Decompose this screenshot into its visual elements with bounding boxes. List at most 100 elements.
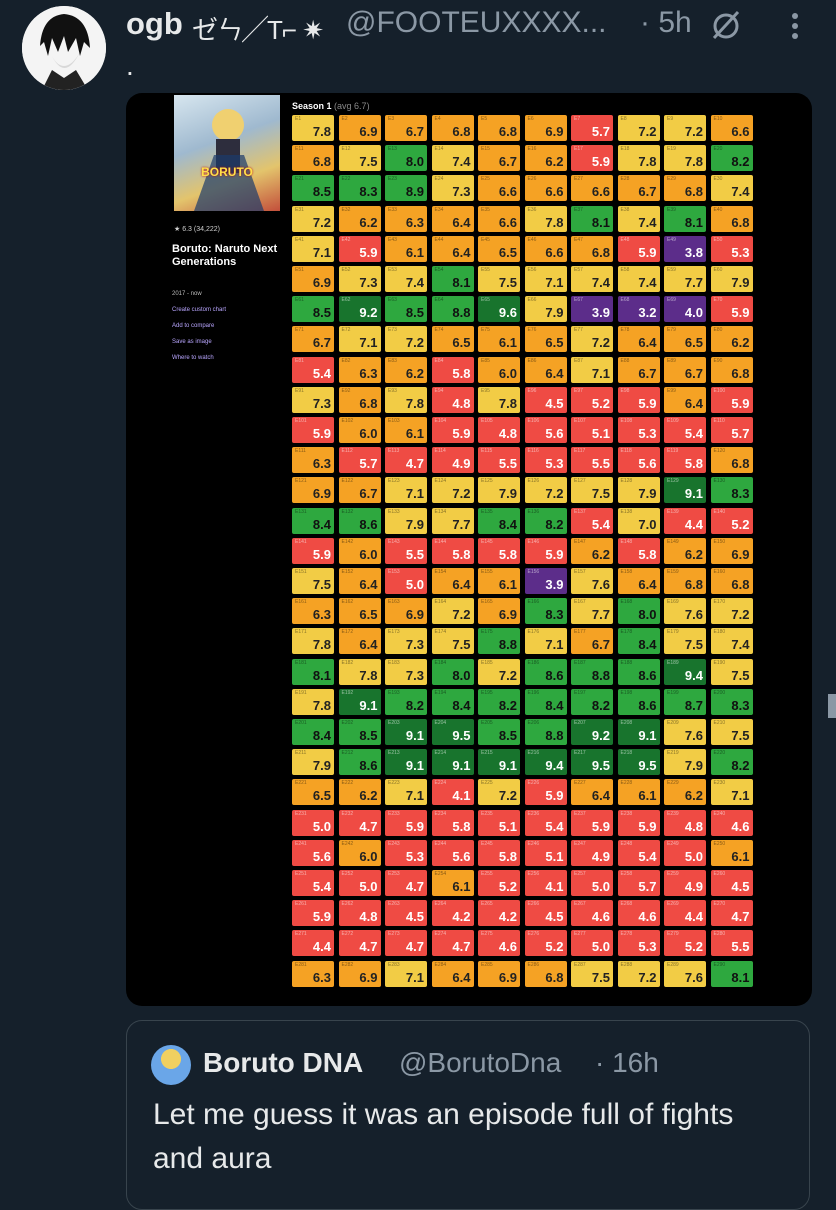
episode-rating-cell: E36 7.8 — [524, 205, 567, 232]
episode-number: E223 — [388, 780, 400, 787]
episode-rating-value: 5.9 — [545, 546, 564, 562]
episode-number: E65 — [481, 297, 490, 304]
episode-number: E197 — [574, 689, 586, 696]
episode-rating-value: 7.8 — [684, 154, 703, 170]
episode-rating-value: 4.5 — [545, 395, 564, 411]
episode-number: E265 — [481, 901, 493, 908]
episode-rating-value: 3.2 — [638, 305, 657, 321]
episode-number: E75 — [481, 327, 490, 334]
episode-rating-value: 6.1 — [405, 244, 424, 260]
episode-rating-value: 4.5 — [545, 909, 564, 925]
episode-rating-value: 7.2 — [498, 667, 517, 683]
save-image-link: Save as image — [172, 339, 212, 345]
episode-rating-value: 4.6 — [498, 939, 517, 955]
episode-number: E257 — [574, 871, 586, 877]
episode-rating-value: 4.8 — [359, 909, 378, 925]
episode-rating-value: 7.4 — [452, 154, 471, 170]
quoted-handle[interactable]: @BorutoDna — [399, 1047, 561, 1079]
episode-rating-cell: E228 6.1 — [617, 779, 660, 806]
episode-rating-value: 5.6 — [638, 456, 657, 472]
episode-number: E49 — [667, 236, 676, 243]
episode-number: E8 — [620, 116, 627, 122]
quoted-time[interactable]: · 16h — [595, 1047, 659, 1079]
episode-rating-cell: E221 6.5 — [292, 779, 334, 806]
quoted-tweet[interactable]: Boruto DNA @BorutoDna · 16h Let me guess… — [126, 1020, 810, 1210]
episode-number: E109 — [667, 418, 679, 424]
episode-rating-value: 8.0 — [638, 607, 657, 623]
episode-number: E38 — [620, 206, 630, 213]
user-avatar[interactable] — [22, 6, 106, 90]
tweet-media-image[interactable]: BORUTO ★ 6.3 (34,222) Boruto: Naruto Nex… — [126, 93, 812, 1006]
episode-rating-cell: E185 7.2 — [478, 658, 520, 685]
episode-number: E41 — [295, 236, 304, 243]
episode-rating-value: 8.5 — [405, 305, 424, 321]
episode-rating-cell: E40 6.8 — [710, 205, 753, 232]
episode-rating-cell: E11 6.8 — [292, 145, 334, 172]
episode-rating-cell: E126 7.2 — [524, 477, 567, 504]
quoted-user-avatar[interactable] — [151, 1045, 191, 1085]
episode-rating-value: 8.4 — [312, 516, 331, 532]
episode-number: E163 — [388, 599, 400, 606]
episode-number: E168 — [620, 599, 633, 606]
episode-rating-value: 7.9 — [684, 758, 703, 774]
episode-rating-cell: E260 4.5 — [710, 870, 753, 896]
episode-number: E24 — [434, 176, 444, 183]
episode-rating-cell: E131 8.4 — [292, 507, 334, 534]
episode-number: E3 — [388, 116, 395, 122]
episode-rating-cell: E281 6.3 — [292, 960, 334, 987]
episode-rating-value: 7.5 — [591, 969, 610, 985]
episode-number: E221 — [295, 780, 307, 787]
episode-rating-value: 6.4 — [545, 365, 564, 381]
episode-number: E76 — [527, 327, 537, 334]
episode-rating-cell: E178 8.4 — [617, 628, 660, 655]
episode-rating-cell: E290 8.1 — [710, 960, 753, 987]
episode-rating-value: 5.1 — [498, 818, 517, 834]
episode-rating-cell: E141 5.9 — [292, 537, 334, 564]
quoted-display-name[interactable]: Boruto DNA — [203, 1047, 363, 1079]
show-poster: BORUTO — [174, 95, 280, 211]
episode-number: E174 — [434, 629, 447, 636]
episode-rating-cell: E172 6.4 — [338, 628, 381, 655]
episode-rating-cell: E273 4.7 — [385, 930, 427, 957]
episode-rating-value: 8.1 — [312, 667, 331, 683]
episode-rating-cell: E149 6.2 — [664, 537, 706, 564]
episode-rating-cell: E91 7.3 — [292, 386, 334, 413]
episode-number: E280 — [713, 931, 726, 938]
episode-rating-cell: E198 8.6 — [617, 688, 660, 715]
tweet-time[interactable]: · 5h — [640, 6, 692, 40]
episode-rating-cell: E75 6.1 — [478, 326, 520, 353]
episode-rating-cell: E132 8.6 — [338, 507, 381, 534]
tweet-text: . — [126, 50, 134, 81]
episode-rating-value: 4.7 — [405, 456, 424, 472]
episode-rating-cell: E259 4.9 — [664, 870, 706, 896]
episode-rating-cell: E79 6.5 — [664, 326, 706, 353]
episode-number: E82 — [341, 357, 351, 364]
episode-rating-value: 7.4 — [638, 214, 657, 230]
episode-rating-cell: E239 4.8 — [664, 809, 706, 836]
episode-rating-cell: E196 8.4 — [524, 688, 567, 715]
display-name[interactable]: ogb — [126, 6, 183, 42]
scrollbar-thumb[interactable] — [828, 694, 836, 718]
episode-rating-value: 5.9 — [452, 426, 471, 441]
episode-rating-value: 6.2 — [591, 546, 610, 562]
episode-number: E282 — [341, 961, 354, 968]
episode-rating-value: 8.2 — [545, 516, 564, 532]
episode-rating-cell: E4 6.8 — [431, 115, 474, 141]
episode-rating-cell: E245 5.8 — [478, 839, 520, 866]
episode-rating-cell: E276 5.2 — [524, 930, 567, 957]
episode-rating-value: 7.2 — [452, 607, 471, 623]
episode-number: E179 — [667, 629, 679, 636]
more-options-icon[interactable] — [780, 6, 810, 46]
user-handle[interactable]: @FOOTEUXXXX... — [346, 6, 607, 40]
episode-rating-value: 5.4 — [638, 848, 657, 864]
episode-number: E37 — [574, 206, 583, 213]
episode-number: E267 — [574, 901, 586, 908]
name-decoration: ゼㄣ╱T⌐ ✷ — [192, 15, 324, 45]
episode-rating-value: 7.6 — [684, 728, 703, 743]
grok-icon[interactable] — [706, 4, 746, 44]
episode-number: E132 — [341, 508, 354, 515]
episode-number: E281 — [295, 961, 307, 968]
episode-rating-cell: E28 6.7 — [617, 175, 660, 202]
episode-rating-cell: E197 8.2 — [571, 688, 613, 715]
episode-rating-cell: E93 7.8 — [385, 386, 427, 413]
